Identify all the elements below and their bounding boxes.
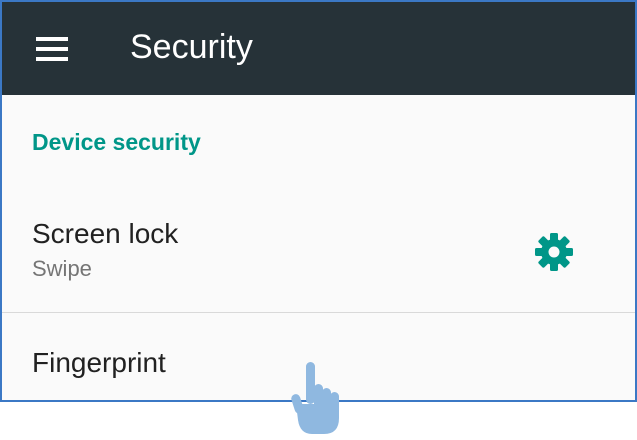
gear-icon xyxy=(535,233,573,271)
settings-window: Security Device security Screen lock Swi… xyxy=(0,0,637,402)
screen-lock-title: Screen lock xyxy=(32,218,179,249)
screen-lock-settings-button[interactable] xyxy=(530,228,578,276)
page-title: Security xyxy=(130,28,253,66)
app-bar: Security xyxy=(2,2,635,95)
screen-lock-item[interactable]: Screen lock Swipe xyxy=(2,198,635,312)
section-header-device-security: Device security xyxy=(32,129,201,155)
screen-lock-summary: Swipe xyxy=(32,256,92,281)
hamburger-menu-icon xyxy=(36,37,68,61)
menu-button[interactable] xyxy=(26,26,82,72)
fingerprint-title: Fingerprint xyxy=(32,347,166,378)
fingerprint-item[interactable]: Fingerprint xyxy=(2,313,635,400)
